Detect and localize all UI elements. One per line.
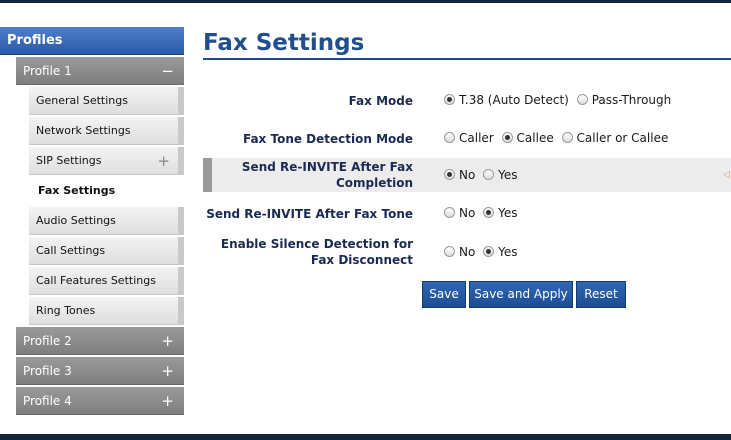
expand-icon[interactable]: + (157, 147, 170, 175)
sidebar: Profiles Profile 1 − General Settings Ne… (0, 0, 190, 434)
radio-option-callee[interactable]: Callee (501, 131, 554, 145)
sidebar-item-label: General Settings (36, 94, 128, 107)
sidebar-item-ring-tones[interactable]: Ring Tones (29, 297, 184, 325)
expand-icon[interactable]: + (161, 327, 174, 355)
setting-label: Enable Silence Detection for Fax Disconn… (203, 236, 413, 268)
reset-button[interactable]: Reset (576, 281, 626, 308)
radio-label: No (459, 168, 476, 182)
sidebar-item-fax-settings[interactable]: Fax Settings (29, 177, 184, 205)
profile-2-label: Profile 2 (23, 334, 72, 348)
setting-label-line2: Completion (335, 176, 413, 190)
setting-label: Send Re-INVITE After Fax Tone (206, 207, 413, 221)
sidebar-item-label: Ring Tones (36, 304, 96, 317)
radio-button[interactable] (483, 246, 495, 257)
sidebar-item-label: SIP Settings (36, 154, 102, 167)
radio-option-yes[interactable]: Yes (483, 168, 518, 182)
sidebar-item-label: Audio Settings (36, 214, 116, 227)
silence-detection-radio-group: No Yes (444, 245, 522, 259)
sidebar-item-sip-settings[interactable]: SIP Settings + (29, 147, 184, 175)
sidebar-item-profile-4[interactable]: Profile 4 + (16, 387, 184, 415)
radio-option-no[interactable]: No (444, 206, 475, 220)
radio-button[interactable] (444, 169, 455, 180)
setting-row-reinvite-completion: Send Re-INVITE After Fax Completion No Y… (203, 158, 731, 192)
setting-row-silence-detection: Enable Silence Detection for Fax Disconn… (203, 235, 731, 269)
page-title: Fax Settings (203, 30, 365, 56)
radio-option-yes[interactable]: Yes (483, 245, 518, 259)
bottom-frame-bar (0, 434, 731, 440)
profile-3-label: Profile 3 (23, 364, 72, 378)
profiles-header[interactable]: Profiles (0, 27, 184, 55)
sidebar-item-label: Fax Settings (38, 184, 116, 197)
sidebar-item-call-features-settings[interactable]: Call Features Settings (29, 267, 184, 295)
radio-button[interactable] (444, 207, 455, 218)
radio-option-caller-or-callee[interactable]: Caller or Callee (561, 131, 669, 145)
setting-row-fax-tone-detection: Fax Tone Detection Mode Caller Callee Ca… (203, 128, 731, 150)
sidebar-item-profile-2[interactable]: Profile 2 + (16, 327, 184, 355)
reinvite-completion-radio-group: No Yes (444, 168, 522, 182)
radio-option-caller[interactable]: Caller (444, 131, 494, 145)
save-and-apply-button[interactable]: Save and Apply (469, 281, 573, 308)
expand-icon[interactable]: + (161, 357, 174, 385)
radio-option-t38[interactable]: T.38 (Auto Detect) (444, 93, 569, 107)
radio-label: T.38 (Auto Detect) (459, 93, 569, 107)
radio-label: Caller (459, 131, 494, 145)
sidebar-item-general-settings[interactable]: General Settings (29, 87, 184, 115)
setting-label-line2: Fax Disconnect (310, 253, 413, 267)
sidebar-item-call-settings[interactable]: Call Settings (29, 237, 184, 265)
radio-button[interactable] (501, 132, 513, 143)
setting-label: Fax Mode (348, 94, 413, 108)
radio-label: Pass-Through (591, 93, 672, 107)
save-button[interactable]: Save (422, 281, 466, 308)
radio-option-yes[interactable]: Yes (483, 206, 518, 220)
sidebar-item-label: Call Settings (36, 244, 106, 257)
fax-tone-radio-group: Caller Callee Caller or Callee (444, 131, 672, 145)
reinvite-tone-radio-group: No Yes (444, 206, 522, 220)
radio-button[interactable] (444, 94, 455, 105)
radio-button[interactable] (483, 207, 495, 218)
setting-label-line1: Enable Silence Detection for (220, 237, 413, 251)
profiles-header-label: Profiles (7, 33, 63, 48)
sidebar-item-profile-1[interactable]: Profile 1 − (16, 57, 184, 85)
radio-label: Yes (498, 168, 518, 182)
radio-label: No (459, 245, 476, 259)
fax-mode-radio-group: T.38 (Auto Detect) Pass-Through (444, 93, 675, 107)
sidebar-item-label: Call Features Settings (36, 274, 156, 287)
setting-row-fax-mode: Fax Mode T.38 (Auto Detect) Pass-Through (203, 90, 731, 112)
title-divider (203, 58, 731, 60)
radio-label: Yes (498, 245, 518, 259)
setting-row-reinvite-tone: Send Re-INVITE After Fax Tone No Yes (203, 204, 731, 226)
radio-option-pass-through[interactable]: Pass-Through (576, 93, 672, 107)
radio-button[interactable] (483, 169, 495, 180)
setting-label: Fax Tone Detection Mode (242, 132, 413, 146)
radio-label: Yes (498, 206, 518, 220)
radio-label: Caller or Callee (576, 131, 669, 145)
sidebar-item-network-settings[interactable]: Network Settings (29, 117, 184, 145)
profile-4-label: Profile 4 (23, 394, 72, 408)
expand-icon[interactable]: + (161, 387, 174, 415)
radio-button[interactable] (576, 94, 588, 105)
sidebar-item-audio-settings[interactable]: Audio Settings (29, 207, 184, 235)
radio-button[interactable] (444, 132, 455, 143)
radio-label: No (459, 206, 476, 220)
radio-button[interactable] (444, 246, 455, 257)
profile-1-label: Profile 1 (23, 64, 72, 78)
collapse-icon[interactable]: − (161, 57, 174, 85)
radio-option-no[interactable]: No (444, 168, 475, 182)
sidebar-item-label: Network Settings (36, 124, 131, 137)
sidebar-item-profile-3[interactable]: Profile 3 + (16, 357, 184, 385)
setting-label: Send Re-INVITE After Fax Completion (203, 159, 413, 191)
help-arrow-icon: ◁ (723, 170, 730, 180)
radio-label: Callee (516, 131, 554, 145)
radio-button[interactable] (561, 132, 573, 143)
radio-option-no[interactable]: No (444, 245, 475, 259)
setting-label-line1: Send Re-INVITE After Fax (241, 160, 413, 174)
